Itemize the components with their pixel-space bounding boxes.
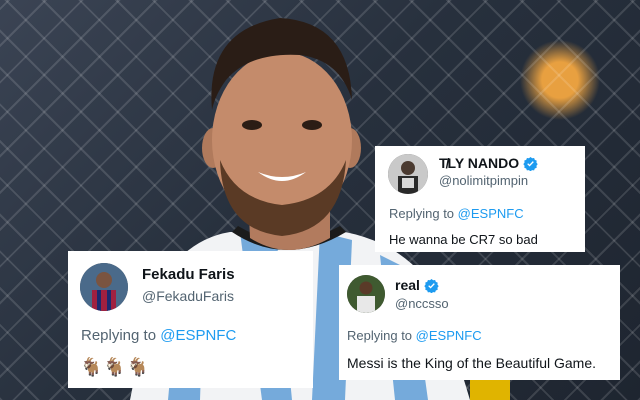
user-avatar-icon (347, 275, 385, 313)
display-name[interactable]: real (395, 277, 439, 293)
replying-to-label: Replying to (389, 206, 455, 221)
verified-badge-icon (523, 156, 538, 171)
display-name[interactable]: Fekadu Faris (142, 266, 235, 283)
user-avatar-icon (388, 154, 428, 194)
replying-to: Replying to @ESPNFC (389, 206, 524, 221)
tweet-text: Messi is the King of the Beautiful Game. (347, 355, 597, 371)
tweet-card[interactable]: Fekadu Faris @FekaduFaris Replying to @E… (68, 251, 313, 388)
user-avatar[interactable] (388, 154, 428, 194)
replying-to: Replying to @ESPNFC (81, 327, 236, 344)
display-name-text[interactable]: real (395, 277, 420, 293)
user-handle[interactable]: @nolimitpimpin (439, 173, 528, 188)
tweet-text: He wanna be CR7 so bad (389, 232, 538, 247)
verified-badge-icon (424, 278, 439, 293)
display-name[interactable]: T̸LY NANDO (439, 155, 538, 171)
user-handle[interactable]: @FekaduFaris (142, 288, 234, 304)
tweet-text: 🐐🐐🐐 (80, 357, 151, 377)
tweet-card[interactable]: T̸LY NANDO @nolimitpimpin Replying to @E… (375, 146, 585, 252)
replying-to-label: Replying to (81, 327, 157, 344)
user-handle[interactable]: @nccsso (395, 296, 449, 311)
mention-link[interactable]: @ESPNFC (160, 327, 236, 344)
mention-link[interactable]: @ESPNFC (416, 328, 482, 343)
user-avatar[interactable] (80, 263, 128, 311)
user-avatar[interactable] (347, 275, 385, 313)
mention-link[interactable]: @ESPNFC (458, 206, 524, 221)
display-name-text[interactable]: T̸LY NANDO (439, 155, 519, 171)
user-avatar-icon (80, 263, 128, 311)
tweet-card[interactable]: real @nccsso Replying to @ESPNFC Messi i… (339, 265, 620, 380)
replying-to: Replying to @ESPNFC (347, 328, 482, 343)
replying-to-label: Replying to (347, 328, 413, 343)
